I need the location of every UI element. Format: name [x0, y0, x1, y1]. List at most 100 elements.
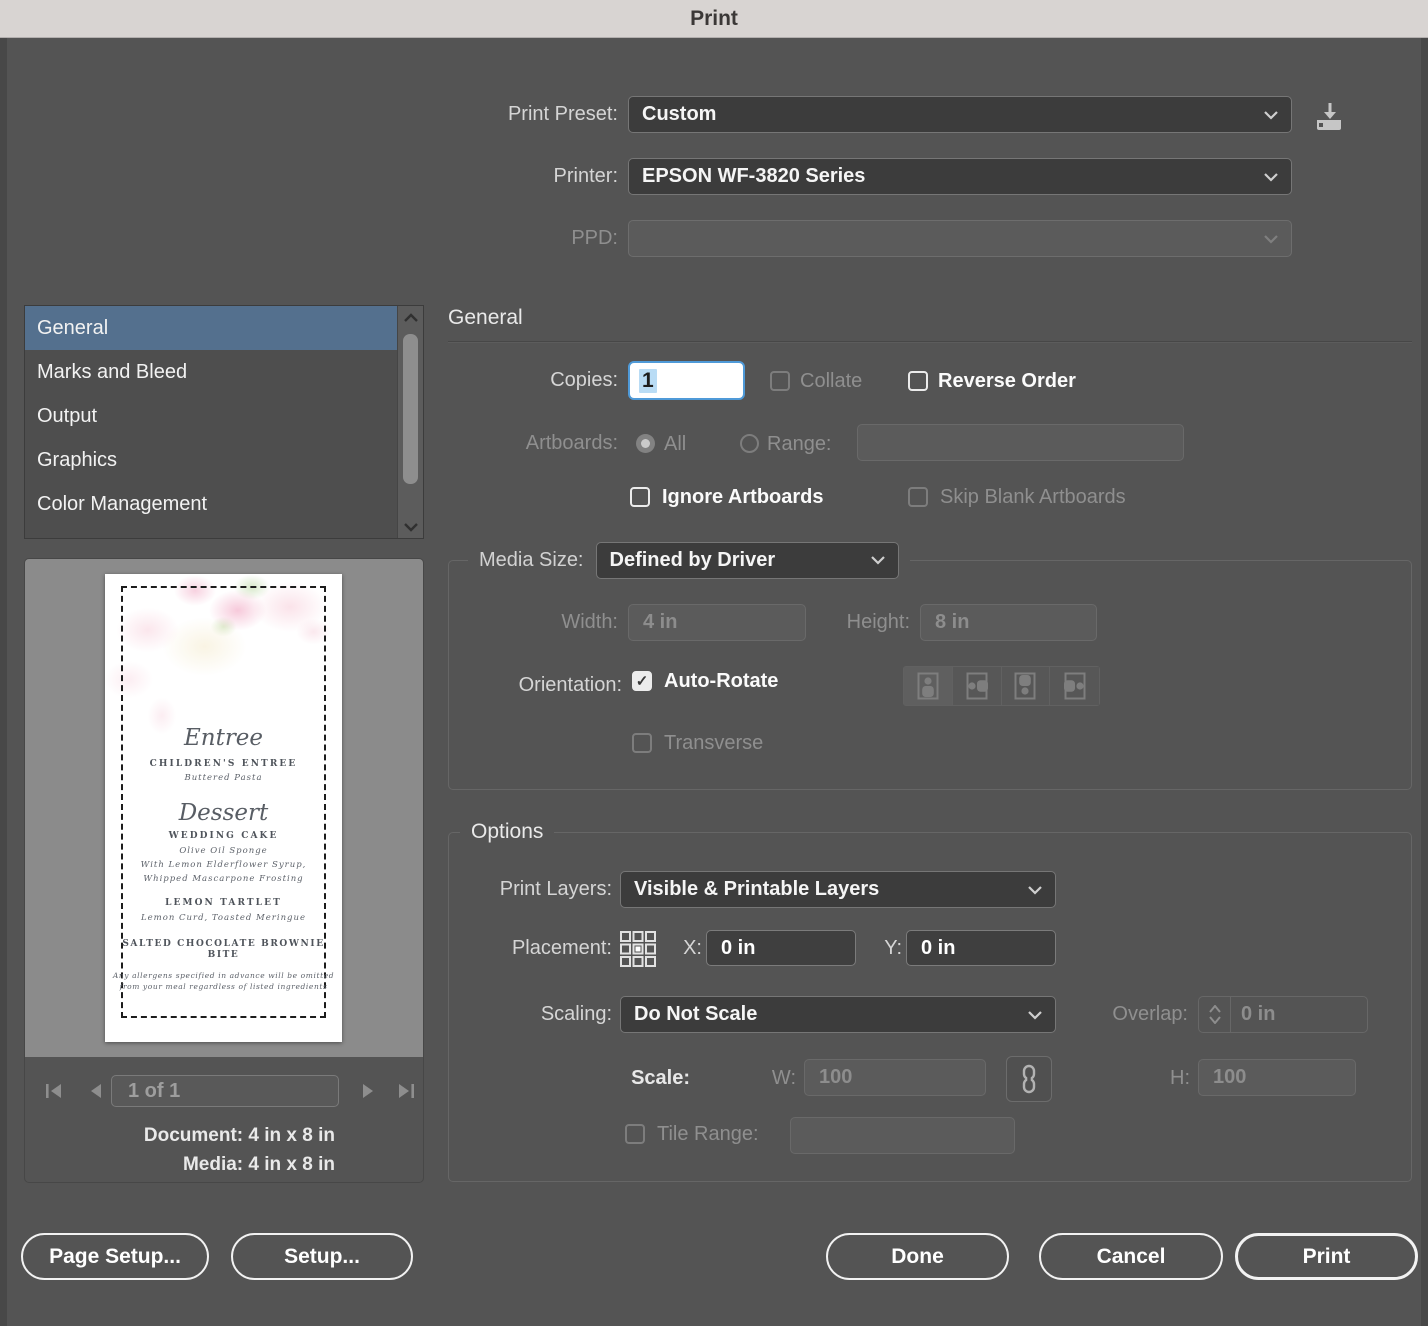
sidebar-item-graphics[interactable]: Graphics — [25, 438, 398, 482]
width-label: Width: — [561, 611, 618, 633]
artboards-label: Artboards: — [525, 432, 618, 454]
media-size-label: Media Size: — [479, 548, 584, 571]
options-heading: Options — [471, 820, 544, 843]
constrain-proportions-button — [1006, 1056, 1052, 1102]
height-label: Height: — [846, 611, 910, 633]
auto-rotate-checkbox[interactable]: ✓ — [632, 671, 652, 691]
auto-rotate-label: Auto-Rotate — [664, 670, 779, 692]
sidebar-item-general[interactable]: General — [25, 306, 398, 350]
scaling-dropdown[interactable]: Do Not Scale — [620, 996, 1056, 1033]
placement-y-input[interactable]: 0 in — [906, 930, 1056, 966]
media-size-line: Media: 4 in x 8 in — [182, 1154, 335, 1175]
chevron-down-icon — [1028, 1010, 1042, 1020]
scrollbar-thumb[interactable] — [403, 334, 418, 484]
artboards-range-label: Range: — [767, 433, 832, 455]
section-divider — [448, 341, 1412, 343]
orientation-rotate-left-button — [952, 667, 1002, 705]
save-preset-button[interactable] — [1310, 98, 1348, 134]
artboards-all-radio — [636, 434, 655, 453]
chain-link-icon — [1022, 1064, 1036, 1094]
print-layers-label: Print Layers: — [499, 878, 612, 900]
ppd-dropdown — [628, 220, 1292, 257]
artboards-range-radio — [740, 434, 759, 453]
orientation-right-icon — [1063, 672, 1086, 700]
copies-label: Copies: — [550, 369, 618, 391]
orientation-left-icon — [966, 672, 988, 700]
document-size-line: Document: 4 in x 8 in — [143, 1125, 335, 1146]
overlap-stepper — [1199, 997, 1231, 1032]
dialog-title: Print — [690, 6, 738, 30]
sidebar-item-color-management[interactable]: Color Management — [25, 482, 398, 526]
reverse-order-label: Reverse Order — [938, 370, 1076, 392]
last-page-button[interactable] — [393, 1078, 419, 1104]
sidebar-item-marks-and-bleed[interactable]: Marks and Bleed — [25, 350, 398, 394]
scale-w-label: W: — [771, 1067, 796, 1089]
orientation-rotate-right-button — [1050, 667, 1099, 705]
artboards-all-label: All — [664, 433, 687, 455]
page-setup-button[interactable]: Page Setup... — [21, 1233, 209, 1280]
stepper-up-icon — [1208, 1005, 1221, 1013]
preview-page-navigation: 1 of 1 — [25, 1074, 423, 1110]
skip-blank-artboards-label: Skip Blank Artboards — [940, 486, 1126, 508]
scale-h-input: 100 — [1198, 1059, 1356, 1096]
ignore-artboards-checkbox[interactable] — [630, 487, 650, 507]
placement-proxy-grid[interactable] — [618, 929, 658, 969]
scroll-up-icon[interactable] — [398, 306, 423, 328]
chevron-down-icon — [1264, 172, 1278, 182]
placement-proxy-icon — [620, 931, 656, 967]
first-page-button[interactable] — [41, 1078, 67, 1104]
height-input: 8 in — [920, 604, 1097, 641]
copies-input[interactable]: 1 — [628, 361, 745, 400]
orientation-button-group — [903, 666, 1100, 706]
chevron-down-icon — [1264, 110, 1278, 120]
preview-page: Entree CHILDREN'S ENTREE Buttered Pasta … — [105, 574, 342, 1042]
overlap-label: Overlap: — [1112, 1003, 1188, 1025]
scroll-down-icon[interactable] — [398, 516, 423, 538]
previous-page-button[interactable] — [83, 1078, 109, 1104]
printer-value: EPSON WF-3820 Series — [642, 165, 866, 187]
printer-dropdown[interactable]: EPSON WF-3820 Series — [628, 158, 1292, 195]
dialog-titlebar: Print — [0, 0, 1428, 38]
print-preset-dropdown[interactable]: Custom — [628, 96, 1292, 133]
next-page-button[interactable] — [355, 1078, 381, 1104]
document-media-info: Document: 4 in x 8 in Media: 4 in x 8 in — [25, 1121, 335, 1179]
placement-x-label: X: — [683, 937, 702, 959]
print-layers-dropdown[interactable]: Visible & Printable Layers — [620, 871, 1056, 908]
save-preset-icon — [1317, 103, 1341, 130]
media-size-dropdown[interactable]: Defined by Driver — [595, 541, 899, 579]
preview-canvas[interactable]: Entree CHILDREN'S ENTREE Buttered Pasta … — [25, 559, 423, 1057]
menu-card-text: Entree CHILDREN'S ENTREE Buttered Pasta … — [112, 725, 335, 991]
sidebar-item-advanced[interactable]: Advanced — [25, 526, 398, 539]
reverse-order-checkbox[interactable] — [908, 371, 928, 391]
options-legend: Options — [460, 818, 555, 846]
scale-h-label: H: — [1170, 1067, 1190, 1089]
page-indicator-field[interactable]: 1 of 1 — [111, 1075, 339, 1107]
print-preset-value: Custom — [642, 103, 717, 125]
checkmark-icon: ✓ — [635, 672, 649, 690]
orientation-upside-down-button — [1001, 667, 1051, 705]
placement-label: Placement: — [511, 937, 612, 959]
orientation-portrait-up-button — [904, 667, 953, 705]
stepper-down-icon — [1208, 1016, 1221, 1024]
menu-entree-heading: Entree — [183, 725, 264, 751]
scaling-label: Scaling: — [540, 1003, 612, 1025]
scale-w-input: 100 — [804, 1059, 986, 1096]
list-scrollbar[interactable] — [397, 306, 423, 538]
sidebar-item-output[interactable]: Output — [25, 394, 398, 438]
transverse-label: Transverse — [664, 732, 764, 754]
chevron-down-icon — [1028, 885, 1042, 895]
collate-checkbox — [770, 371, 790, 391]
chevron-down-icon — [1264, 234, 1278, 244]
print-preview-panel: Entree CHILDREN'S ENTREE Buttered Pasta … — [24, 558, 424, 1183]
collate-label: Collate — [800, 370, 863, 392]
placement-x-input[interactable]: 0 in — [706, 930, 856, 966]
overlap-value: 0 in — [1241, 1003, 1276, 1025]
media-size-legend: Media Size: Defined by Driver — [468, 541, 910, 579]
window-edge-left — [0, 38, 7, 1326]
copies-value: 1 — [639, 368, 657, 393]
done-button[interactable]: Done — [826, 1233, 1009, 1280]
print-button[interactable]: Print — [1235, 1233, 1418, 1280]
cancel-button[interactable]: Cancel — [1039, 1233, 1223, 1280]
setup-button[interactable]: Setup... — [231, 1233, 413, 1280]
orientation-up-icon — [917, 672, 939, 700]
